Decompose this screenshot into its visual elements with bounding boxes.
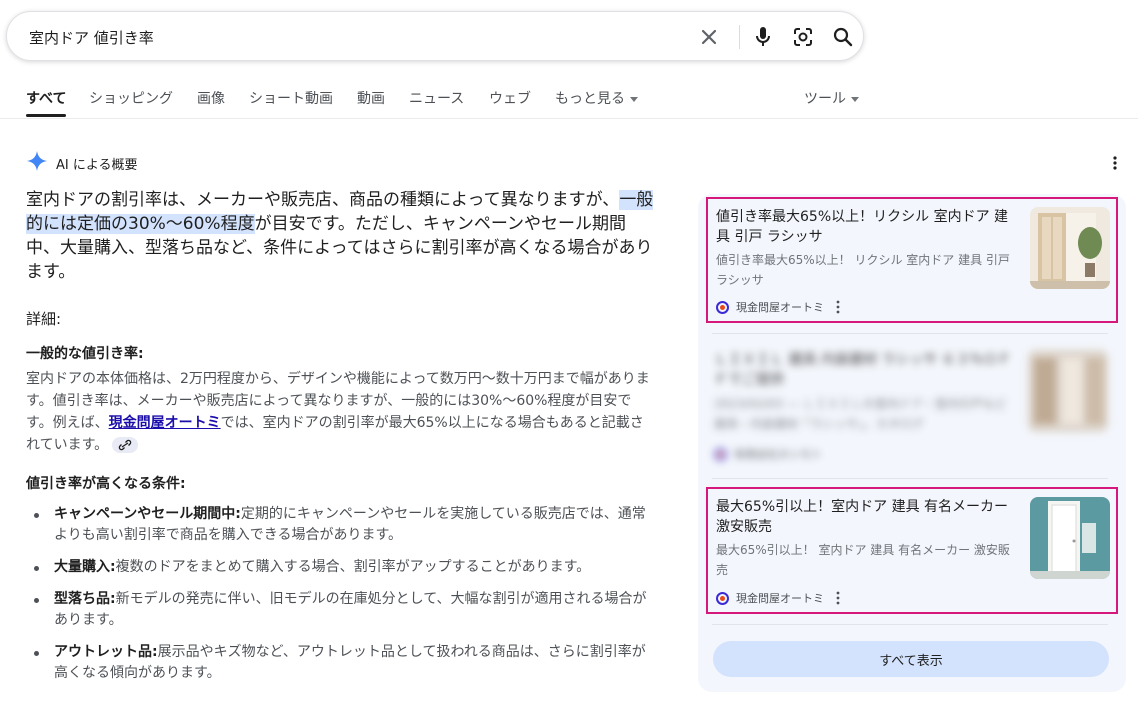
camera-lens-icon[interactable] <box>791 25 815 49</box>
list-item-term: 型落ち品: <box>54 591 116 607</box>
chevron-down-icon <box>851 96 859 102</box>
source-card-site: 現金問屋オートミ <box>716 590 840 606</box>
site-favicon-icon <box>714 447 727 461</box>
site-favicon-icon <box>716 591 729 605</box>
list-item-term: 大量購入: <box>54 559 116 575</box>
list-item-term: アウトレット品: <box>54 644 158 660</box>
mic-icon[interactable] <box>751 25 775 49</box>
source-site-name: 現金問屋オートミ <box>736 592 824 605</box>
source-card[interactable]: 値引き率最大65%以上！リクシル 室内ドア 建具 引戸 ラシッサ 値引き率最大6… <box>706 197 1118 323</box>
source-card-description: 最大65%引以上！ 室内ドア 建具 有名メーカー 激安販売 <box>716 543 1010 577</box>
ai-overview-summary: 室内ドアの割引率は、メーカーや販売店、商品の種類によって異なりますが、一般的には… <box>26 188 656 284</box>
general-rate-heading: 一般的な値引き率: <box>26 346 144 362</box>
site-favicon-icon <box>716 300 729 314</box>
more-options-icon[interactable] <box>836 300 840 314</box>
search-icon[interactable] <box>831 25 855 49</box>
tab-images[interactable]: 画像 <box>197 88 225 108</box>
source-card-title[interactable]: 最大65%引以上！室内ドア 建具 有名メーカー 激安販売 <box>716 497 1020 537</box>
tab-all[interactable]: すべて <box>26 88 66 108</box>
list-item: キャンペーンやセール期間中:定期的にキャンペーンやセールを実施している販売店では… <box>26 504 656 546</box>
list-item: 大量購入:複数のドアをまとめて購入する場合、割引率がアップすることがあります。 <box>26 557 656 578</box>
conditions-heading: 値引き率が高くなる条件: <box>26 476 186 492</box>
source-card-title[interactable]: 値引き率最大65%以上！リクシル 室内ドア 建具 引戸 ラシッサ <box>716 207 1020 247</box>
tab-more[interactable]: もっと見る <box>555 88 638 108</box>
source-link[interactable]: 現金問屋オートミ <box>109 415 221 431</box>
tab-videos[interactable]: 動画 <box>357 88 385 108</box>
tab-more-label: もっと見る <box>555 91 625 107</box>
source-card-description: 値引き率最大65%以上！ リクシル 室内ドア 建具 引戸 ラシッサ <box>716 253 1010 287</box>
card-divider <box>712 624 1108 625</box>
source-card-thumbnail <box>1030 497 1110 579</box>
source-card-thumbnail <box>1030 207 1110 289</box>
conditions-list: キャンペーンやセール期間中:定期的にキャンペーンやセールを実施している販売店では… <box>26 504 656 695</box>
show-all-button[interactable]: すべて表示 <box>713 641 1109 677</box>
source-card-title[interactable]: ＬＩＸＩＬ 建具 内装建材 ラシッサ ６３％ＯＦＦでご提供 <box>714 350 1018 390</box>
source-card-site: 現金問屋オートミ <box>716 299 840 315</box>
tab-tools-label: ツール <box>804 91 846 107</box>
card-divider <box>712 478 1108 479</box>
card-divider <box>712 333 1108 334</box>
source-card-site: 有限会社ホシモト <box>714 446 822 462</box>
sparkle-icon <box>26 150 48 176</box>
summary-text: 室内ドアの割引率は、メーカーや販売店、商品の種類によって異なりますが、 <box>26 190 620 210</box>
list-item-term: キャンペーンやセール期間中: <box>54 506 241 522</box>
ai-overview-header: AI による概要 <box>26 151 137 175</box>
general-rate-paragraph: 室内ドアの本体価格は、2万円程度から、デザインや機能によって数万円〜数十万円まで… <box>26 368 656 456</box>
tab-short-videos[interactable]: ショート動画 <box>249 88 333 108</box>
source-site-name: 現金問屋オートミ <box>736 301 824 314</box>
source-card[interactable]: ＬＩＸＩＬ 建具 内装建材 ラシッサ ６３％ＯＦＦでご提供 2023/02/03… <box>706 342 1118 468</box>
search-input[interactable] <box>27 24 671 50</box>
list-item-text: 複数のドアをまとめて購入する場合、割引率がアップすることがあります。 <box>115 559 591 575</box>
search-bar <box>6 11 864 61</box>
source-card[interactable]: 最大65%引以上！室内ドア 建具 有名メーカー 激安販売 最大65%引以上！ 室… <box>706 487 1118 614</box>
search-divider <box>739 25 740 49</box>
link-icon[interactable] <box>112 437 139 453</box>
active-tab-indicator <box>26 114 66 117</box>
tab-web[interactable]: ウェブ <box>489 88 531 108</box>
list-item: アウトレット品:展示品やキズ物など、アウトレット品として扱われる商品は、さらに割… <box>26 642 656 684</box>
more-options-icon[interactable] <box>836 591 840 605</box>
tab-tools[interactable]: ツール <box>804 88 859 108</box>
source-card-description: 2023/02/03 — ＬＩＸＩＬの室内ドア・室内引戸など建具・内装建材「ラシ… <box>714 397 1007 431</box>
close-icon[interactable] <box>697 25 721 49</box>
source-site-name: 有限会社ホシモト <box>734 448 822 461</box>
tabs-divider <box>0 118 1138 119</box>
source-card-thumbnail <box>1028 350 1108 432</box>
tab-news[interactable]: ニュース <box>409 88 464 108</box>
ai-overview-label: AI による概要 <box>56 157 138 173</box>
chevron-down-icon <box>630 96 638 102</box>
details-heading: 詳細: <box>26 310 62 328</box>
more-options-icon[interactable] <box>1108 154 1122 172</box>
list-item: 型落ち品:新モデルの発売に伴い、旧モデルの在庫処分として、大幅な割引が適用される… <box>26 589 656 631</box>
list-item-text: 新モデルの発売に伴い、旧モデルの在庫処分として、大幅な割引が適用される場合があり… <box>54 591 647 628</box>
tab-shopping[interactable]: ショッピング <box>89 88 173 108</box>
